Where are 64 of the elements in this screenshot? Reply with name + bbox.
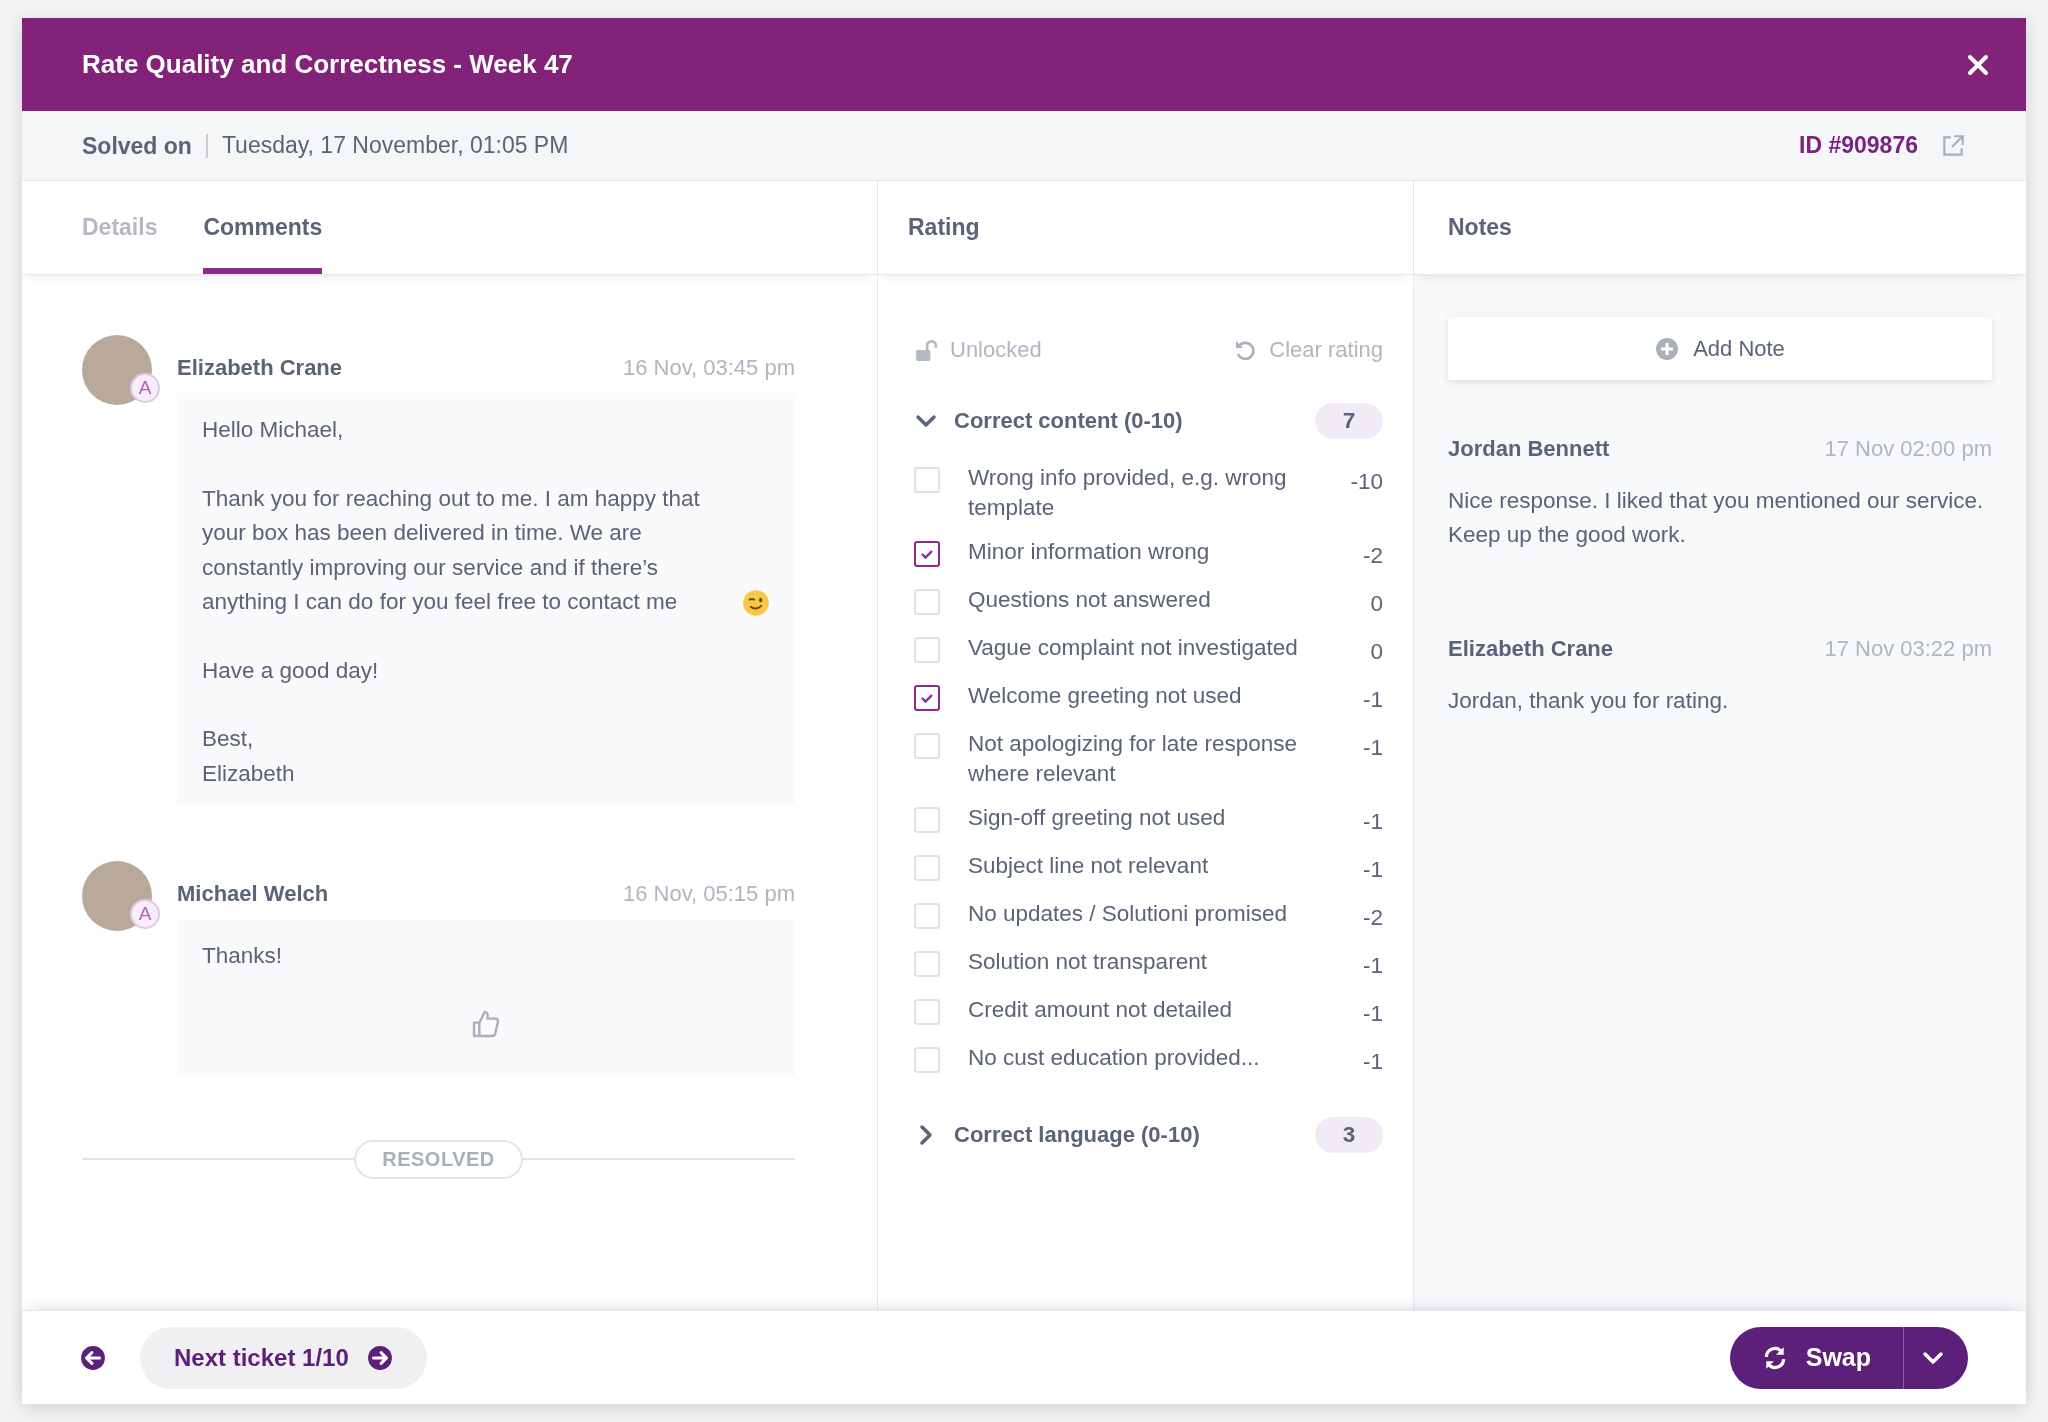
note-author: Elizabeth Crane [1448, 636, 1614, 662]
message-text: Have a good day! [202, 657, 379, 683]
resolved-label: RESOLVED [354, 1139, 523, 1179]
criterion-points: 0 [1369, 590, 1383, 618]
criterion-points: 0 [1369, 638, 1383, 666]
criterion-points: -1 [1362, 856, 1383, 884]
checkbox[interactable] [914, 541, 940, 567]
criterion-label: Credit amount not detailed [968, 996, 1233, 1024]
message-text: Hello Michael, [202, 417, 344, 442]
criterion-points: -10 [1349, 468, 1383, 496]
close-button[interactable] [1966, 52, 1990, 77]
note-text: Jordan, thank you for rating. [1448, 687, 1730, 715]
message-text: Thank you for reaching out to me. I am happy that your box has been delivered in time. We are constantly improving our service and if there’s anything I can do for you feel free to contact me [202, 484, 701, 616]
add-note-button[interactable]: Add Note [1448, 317, 1992, 380]
note-time: 17 Nov 03:22 pm [1824, 636, 1992, 662]
solved-on-label: Solved on [82, 133, 208, 158]
comment-time: 16 Nov, 03:45 pm [622, 355, 795, 381]
criterion-label: Solution not transparent [968, 948, 1208, 976]
criterion-label: Subject line not relevant [968, 852, 1210, 880]
criterion-label: Welcome greeting not used [968, 682, 1243, 710]
criterion-label: Questions not answered [968, 586, 1212, 614]
criterion-points: -1 [1362, 686, 1383, 714]
criterion-points: -1 [1362, 808, 1383, 836]
padlock-icon [914, 338, 938, 362]
criteria-title: Correct content (0-10) [954, 408, 1183, 434]
criteria-title: Correct language (0-10) [954, 1122, 1200, 1148]
next-ticket-button[interactable]: Next ticket 1/10 [140, 1326, 427, 1389]
solved-date: Tuesday, 17 November, 01:05 PM [220, 132, 569, 159]
column-title: Notes [1448, 214, 1512, 241]
column-title: Rating [908, 214, 980, 241]
note-time: 17 Nov 02:00 pm [1824, 436, 1992, 462]
criterion-label: Vague complaint not investigated [968, 634, 1299, 662]
tab[interactable]: Comments [203, 181, 323, 274]
arrow-right-icon [366, 1344, 393, 1371]
criterion-points: -1 [1362, 1048, 1383, 1076]
criterion-points: -1 [1362, 1000, 1383, 1028]
comment-author: Elizabeth Crane [177, 355, 343, 381]
checkbox[interactable] [914, 685, 940, 711]
criterion-label: Minor information wrong [968, 538, 1211, 566]
criterion-label: Wrong info provided, e.g. wrong template [968, 464, 1288, 522]
agent-badge: A [130, 373, 160, 403]
criterion-label: Sign-off greeting not used [968, 804, 1227, 832]
score-badge: 7 [1315, 403, 1383, 439]
comment-author: Michael Welch [177, 881, 329, 907]
criterion-label: No updates / Solutioni promised [968, 900, 1288, 928]
note-author: Jordan Bennett [1448, 436, 1610, 462]
note-text: Nice response. I liked that you mentioned our service. Keep up the good work. [1448, 487, 1985, 549]
criterion-label: Not apologizing for late response where relevant [968, 730, 1298, 788]
undo-icon [1233, 338, 1258, 362]
criterion-points: -1 [1362, 952, 1383, 980]
plus-circle-icon [1655, 336, 1680, 361]
score-badge: 3 [1315, 1117, 1383, 1153]
ticket-id-link[interactable]: ID #909876 [1799, 132, 1918, 159]
criterion-points: -2 [1362, 542, 1383, 570]
message-text: Best, Elizabeth [202, 726, 295, 786]
message-text: Thanks! [202, 943, 283, 968]
comment-time: 16 Nov, 05:15 pm [622, 881, 795, 907]
criterion-label: No cust education provided... [968, 1044, 1261, 1072]
agent-badge: A [130, 899, 160, 929]
external-link-icon[interactable] [1940, 132, 1966, 159]
previous-ticket-icon[interactable] [80, 1344, 106, 1371]
criterion-points: -1 [1362, 734, 1383, 762]
window-title: Rate Quality and Correctness - Week 47 [82, 49, 573, 80]
criterion-points: -2 [1362, 904, 1383, 932]
